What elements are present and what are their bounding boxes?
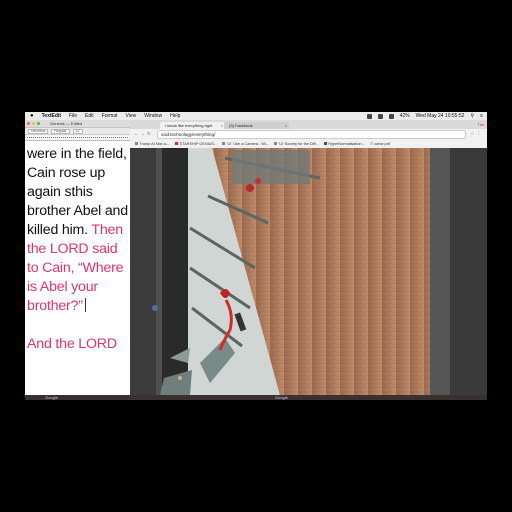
tab-everything-label: I kinda like everything.right: [165, 123, 213, 128]
editor-title: Genesis — Edited: [50, 121, 83, 126]
font-style-select[interactable]: Regular: [51, 128, 70, 134]
dock-strip: Google Google: [25, 395, 487, 400]
apple-menu-icon[interactable]: ●: [30, 113, 34, 119]
bookmark-item[interactable]: 'Ui' I Am a Camera - Wi...: [222, 142, 269, 146]
textedit-window: Genesis — Edited Helvetica Regular 12 we…: [25, 120, 130, 400]
tab-strip: I kinda like everything.right × (3) Face…: [130, 120, 487, 129]
close-tab-icon[interactable]: ×: [221, 122, 223, 129]
search-icon[interactable]: ⚲: [470, 113, 474, 119]
dock-label-left[interactable]: Google: [45, 395, 58, 400]
menu-list-icon[interactable]: ≡: [480, 113, 483, 119]
format-toolbar: Helvetica Regular 12: [25, 128, 130, 135]
document-text[interactable]: were in the field, Cain rose up again st…: [25, 141, 130, 354]
bookmark-item[interactable]: HyperNormalisation...: [323, 142, 365, 146]
status-area: 42% Wed May 24 10:55:52 ⚲ ≡: [366, 112, 483, 120]
nav-buttons[interactable]: ←→↻: [134, 131, 153, 137]
desktop-screen: ● TextEdit File Edit Format View Window …: [25, 112, 487, 400]
close-window-button[interactable]: [27, 122, 30, 125]
editor-titlebar: Genesis — Edited: [25, 120, 130, 128]
tab-everything[interactable]: I kinda like everything.right ×: [160, 122, 225, 129]
app-menu[interactable]: TextEdit: [42, 113, 61, 119]
menu-help[interactable]: Help: [170, 113, 180, 119]
clock[interactable]: Wed May 24 10:55:52: [416, 113, 465, 119]
menu-view[interactable]: View: [126, 113, 137, 119]
menu-window[interactable]: Window: [144, 113, 162, 119]
chrome-window: I kinda like everything.right × (3) Face…: [130, 120, 487, 395]
page-content[interactable]: [130, 148, 487, 395]
tab-facebook-label: (3) Facebook: [229, 123, 253, 128]
font-size-field[interactable]: 12: [72, 128, 83, 134]
bookmark-item[interactable]: STARSHIP GENIUS...: [175, 142, 217, 146]
dock-label-right[interactable]: Google: [275, 395, 288, 400]
bookmark-item[interactable]: 'Ui' Society for the Diff...: [273, 142, 319, 146]
close-tab-icon[interactable]: ×: [285, 122, 287, 129]
bookmark-item[interactable]: Trump At Mar-a-...: [135, 142, 170, 146]
zoom-window-button[interactable]: [37, 122, 40, 125]
battery-indicator[interactable]: 42%: [400, 113, 410, 119]
tab-facebook[interactable]: (3) Facebook ×: [224, 122, 289, 129]
bookmark-item[interactable]: carse.pdf: [369, 142, 390, 146]
dropbox-icon[interactable]: [366, 113, 372, 119]
volume-icon[interactable]: [388, 113, 394, 119]
url-field[interactable]: void.technology/everything/: [156, 129, 467, 139]
address-bar-row: ←→↻ void.technology/everything/ ☆⋮: [130, 129, 487, 139]
menu-format[interactable]: Format: [102, 113, 118, 119]
extension-icons[interactable]: ☆⋮: [470, 131, 483, 137]
ruler[interactable]: [25, 135, 130, 141]
profile-button[interactable]: Tim: [477, 122, 484, 127]
menu-edit[interactable]: Edit: [85, 113, 94, 119]
font-family-select[interactable]: Helvetica: [28, 128, 49, 134]
minimize-window-button[interactable]: [32, 122, 35, 125]
text-caret: [84, 298, 86, 312]
menu-file[interactable]: File: [69, 113, 77, 119]
mac-menu-bar: ● TextEdit File Edit Format View Window …: [25, 112, 487, 120]
wifi-icon[interactable]: [377, 113, 383, 119]
scene-image: [130, 148, 487, 395]
text-pink-continuation: And the LORD: [27, 336, 117, 352]
